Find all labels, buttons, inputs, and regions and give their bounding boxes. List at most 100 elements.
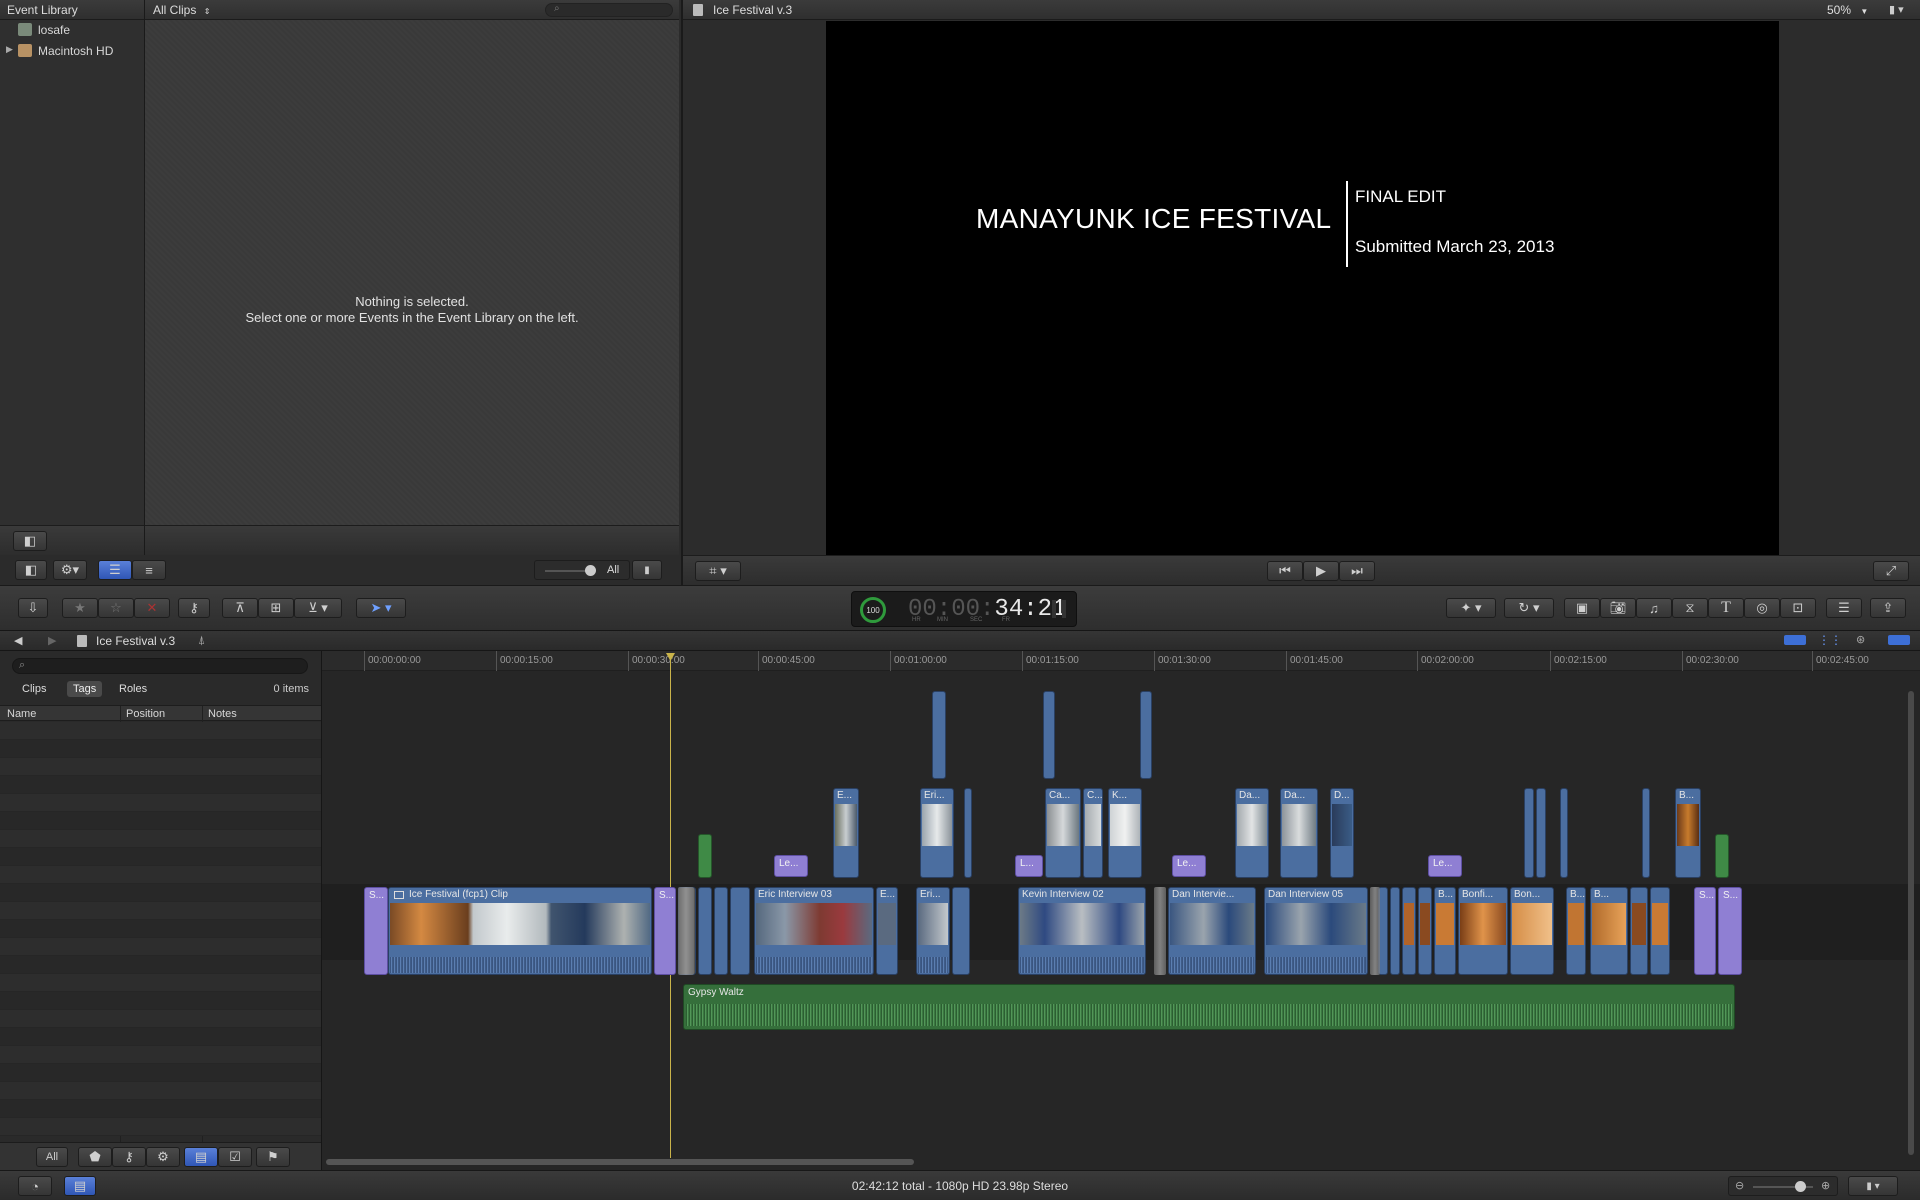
primary-clip[interactable] (730, 887, 750, 975)
reject-button[interactable]: ✕ (134, 598, 170, 618)
primary-clip[interactable] (1630, 887, 1648, 975)
zoom-slider[interactable]: ⊖ ⊕ (1728, 1176, 1838, 1196)
primary-clip[interactable] (1402, 887, 1416, 975)
connected-clip[interactable]: C... (1083, 788, 1103, 878)
connected-clip[interactable]: K... (1108, 788, 1142, 878)
connected-clip[interactable]: Da... (1280, 788, 1318, 878)
primary-clip[interactable] (698, 887, 712, 975)
filter-keywords-button[interactable]: ⚷ (112, 1147, 146, 1167)
connected-clip[interactable] (1140, 691, 1152, 779)
connected-clip[interactable]: Eri... (920, 788, 954, 878)
filter-todo-button[interactable]: ▤ (184, 1147, 218, 1167)
append-clip-button[interactable]: ⊻ ▾ (294, 598, 342, 618)
media-browser-video-button[interactable]: ▣ (1564, 598, 1600, 618)
previous-edit-button[interactable]: ⏮ (1267, 561, 1303, 581)
primary-clip[interactable]: Dan Interview 05 (1264, 887, 1368, 975)
audio-clip[interactable]: Gypsy Waltz (683, 984, 1735, 1030)
connected-clip[interactable]: D... (1330, 788, 1354, 878)
primary-clip[interactable] (1650, 887, 1670, 975)
event-library-toggle-button[interactable]: ◧ (13, 531, 47, 551)
transition[interactable] (678, 887, 694, 975)
primary-clip[interactable]: B... (1566, 887, 1586, 975)
slider-knob[interactable] (1795, 1181, 1806, 1192)
primary-title-clip[interactable]: S... (364, 887, 388, 975)
dashboard-timecode[interactable]: 100 00:00:34:21 HR MIN SEC FR (851, 591, 1077, 627)
filter-markers-button[interactable]: ⬟ (78, 1147, 112, 1167)
snapping-icon[interactable] (1888, 635, 1910, 645)
primary-clip[interactable] (952, 887, 970, 975)
primary-clip[interactable]: Bon... (1510, 887, 1554, 975)
connect-clip-button[interactable]: ⊼ (222, 598, 258, 618)
unrate-button[interactable]: ☆ (98, 598, 134, 618)
primary-clip[interactable] (1390, 887, 1400, 975)
column-position[interactable]: Position (126, 708, 165, 720)
connected-audio-clip[interactable] (1715, 834, 1729, 878)
transform-button[interactable]: ⌗ ▾ (695, 561, 741, 581)
primary-clip[interactable]: Bonfi... (1458, 887, 1508, 975)
back-arrow-icon[interactable]: ◀ (14, 634, 22, 647)
tab-roles[interactable]: Roles (119, 683, 147, 695)
connected-audio-clip[interactable] (698, 834, 712, 878)
clip-size-slider[interactable]: All (534, 560, 630, 580)
slider-knob[interactable] (585, 565, 596, 576)
titles-browser-button[interactable]: T (1708, 598, 1744, 618)
event-library-toggle-button[interactable]: ◧ (15, 560, 47, 580)
transition[interactable] (1370, 887, 1380, 975)
connected-clip[interactable] (1560, 788, 1568, 878)
filter-analysis-button[interactable]: ⚙ (146, 1147, 180, 1167)
forward-arrow-icon[interactable]: ▶ (48, 634, 56, 647)
primary-title-clip[interactable]: S... (1718, 887, 1742, 975)
connected-clip[interactable]: E... (833, 788, 859, 878)
fullscreen-button[interactable]: ⤢ (1873, 561, 1909, 581)
favorite-button[interactable]: ★ (62, 598, 98, 618)
primary-clip[interactable]: E... (876, 887, 898, 975)
keyword-button[interactable]: ⚷ (178, 598, 210, 618)
tab-tags[interactable]: Tags (67, 681, 103, 697)
filter-chapter-button[interactable]: ⚑ (256, 1147, 290, 1167)
primary-clip[interactable]: Ice Festival (fcp1) Clip (388, 887, 652, 975)
generators-browser-button[interactable]: ◎ (1744, 598, 1780, 618)
timeline-ruler[interactable]: 00:00:00:00 00:00:15:00 00:00:30:00 00:0… (322, 651, 1920, 671)
enhancements-button[interactable]: ✦ ▾ (1446, 598, 1496, 618)
primary-clip[interactable]: B... (1590, 887, 1628, 975)
view-options-button[interactable]: ▮ ▾ (1889, 3, 1904, 16)
title-clip[interactable]: Le... (774, 855, 808, 877)
filmstrip-view-button[interactable]: ☰ (98, 560, 132, 580)
select-tool-button[interactable]: ➤ ▾ (356, 598, 406, 618)
title-clip[interactable]: Le... (1172, 855, 1206, 877)
primary-clip[interactable]: Eric Interview 03 (754, 887, 874, 975)
primary-clip[interactable]: Dan Intervie... (1168, 887, 1256, 975)
title-clip[interactable]: L... (1015, 855, 1043, 877)
insert-clip-button[interactable]: ⊞ (258, 598, 294, 618)
photo-browser-button[interactable]: 📷︎ (1600, 598, 1636, 618)
solo-icon[interactable]: ⊛ (1856, 633, 1865, 646)
primary-clip[interactable]: Kevin Interview 02 (1018, 887, 1146, 975)
connected-clip[interactable]: B... (1675, 788, 1701, 878)
retime-button[interactable]: ↻ ▾ (1504, 598, 1554, 618)
disclosure-triangle-icon[interactable]: ▶ (6, 44, 13, 55)
browser-options-button[interactable]: ▮ (632, 560, 662, 580)
connected-clip[interactable] (964, 788, 972, 878)
music-browser-button[interactable]: ♫ (1636, 598, 1672, 618)
zoom-dropdown[interactable]: 50% ▼ (1827, 3, 1868, 17)
audio-skimming-icon[interactable]: ⋮⋮ (1818, 633, 1842, 647)
connected-clip[interactable] (1043, 691, 1055, 779)
clip-filter-dropdown[interactable]: All Clips ⇕ (153, 3, 210, 17)
transition[interactable] (1154, 887, 1166, 975)
primary-title-clip[interactable]: S... (1694, 887, 1716, 975)
column-name[interactable]: Name (7, 708, 36, 720)
connected-clip[interactable] (932, 691, 946, 779)
import-button[interactable]: ⇩ (18, 598, 48, 618)
timeline-scrollbar[interactable] (326, 1159, 914, 1165)
play-button[interactable]: ▶ (1303, 561, 1339, 581)
inspector-button[interactable]: ☰ (1826, 598, 1862, 618)
tab-clips[interactable]: Clips (22, 683, 46, 695)
primary-clip[interactable] (714, 887, 728, 975)
connected-clip[interactable] (1524, 788, 1534, 878)
connected-clip[interactable] (1536, 788, 1546, 878)
connected-clip[interactable] (1642, 788, 1650, 878)
index-search-field[interactable]: ⌕ (12, 658, 308, 674)
share-button[interactable]: ⇪ (1870, 598, 1906, 618)
connected-clip[interactable]: Ca... (1045, 788, 1081, 878)
library-item-losafe[interactable]: losafe (0, 21, 144, 39)
